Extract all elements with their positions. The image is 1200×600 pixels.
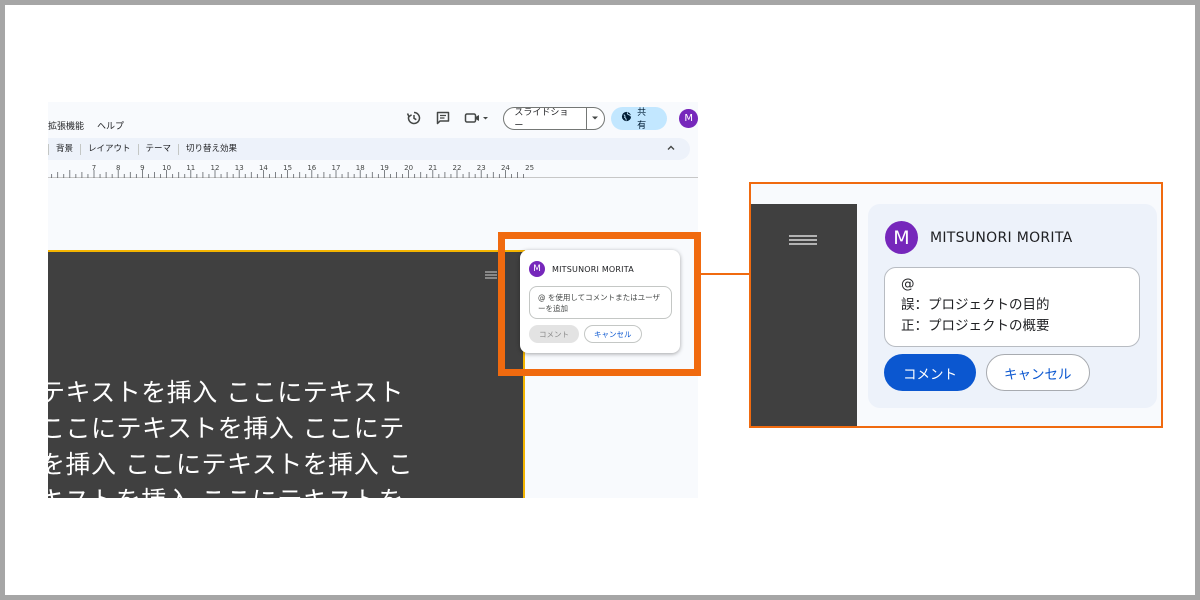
slide-text-line: テキストを挿入 ここにテキスト (48, 378, 404, 407)
ruler-label: 23 (477, 164, 486, 172)
avatar: M (885, 221, 918, 254)
highlight-box (498, 232, 701, 376)
cancel-button[interactable]: キャンセル (986, 354, 1090, 391)
header-actions: スライドショー 共有 M (403, 105, 698, 131)
zoomed-comment-panel: M MITSUNORI MORITA @ 誤：プロジェクトの目的 正：プロジェク… (749, 182, 1163, 428)
comment-actions: コメント キャンセル (884, 354, 1090, 391)
ruler-label: 13 (235, 164, 244, 172)
comment-icon[interactable] (433, 107, 455, 129)
ruler-label: 16 (307, 164, 316, 172)
slide-edge (751, 204, 857, 426)
menu-item-extensions[interactable]: 拡張機能 (48, 119, 84, 132)
chevron-up-icon[interactable] (666, 143, 676, 156)
toolbar-theme[interactable]: テーマ (137, 143, 179, 155)
comment-input[interactable]: @ 誤：プロジェクトの目的 正：プロジェクトの概要 (884, 267, 1140, 347)
slide-canvas[interactable]: テキストを挿入 ここにテキスト ここにテキストを挿入 ここにテ を挿入 ここにテ… (48, 250, 525, 498)
toolbar-layout[interactable]: レイアウト (80, 143, 138, 155)
video-icon[interactable] (462, 107, 491, 129)
globe-icon (621, 111, 632, 125)
drag-handle-icon (789, 231, 817, 250)
ruler-label: 9 (140, 164, 144, 172)
ruler-label: 21 (428, 164, 437, 172)
slide-text-line: ここにテキストを挿入 ここにテ (48, 414, 405, 443)
drag-handle-icon[interactable] (485, 264, 497, 283)
comment-line-mention: @ (901, 276, 915, 292)
slideshow-label[interactable]: スライドショー (504, 107, 587, 129)
slide-body-text[interactable]: テキストを挿入 ここにテキスト ここにテキストを挿入 ここにテ を挿入 ここにテ… (48, 375, 420, 498)
comment-line-correct: 正：プロジェクトの概要 (901, 318, 1050, 334)
ruler-scale: 7 8 9 10 11 12 13 14 15 16 17 18 19 20 21 22 23 24 25 (51, 164, 534, 178)
ruler-label: 25 (525, 164, 534, 172)
toolbar-background[interactable]: 背景 (48, 143, 80, 155)
ruler-label: 20 (404, 164, 413, 172)
highlight-connector (701, 273, 750, 275)
toolbar-transition[interactable]: 切り替え効果 (178, 143, 244, 155)
comment-line-wrong: 誤：プロジェクトの目的 (901, 297, 1050, 313)
ruler-label: 8 (116, 164, 120, 172)
ruler-label: 7 (92, 164, 96, 172)
image-frame: 拡張機能 ヘルプ スライドショー 共有 M 背景 レイアウト テーマ 切り替え効… (0, 0, 1200, 600)
ruler-label: 19 (380, 164, 389, 172)
ruler-label: 17 (332, 164, 341, 172)
comment-card: M MITSUNORI MORITA @ 誤：プロジェクトの目的 正：プロジェク… (868, 204, 1157, 408)
menu-item-help[interactable]: ヘルプ (97, 119, 124, 132)
ruler-label: 10 (162, 164, 171, 172)
ruler-label: 15 (283, 164, 292, 172)
slide-text-line: キストを挿入 ここにテキストを (48, 483, 420, 498)
slide-text-line: を挿入 ここにテキストを挿入 こ (48, 450, 414, 479)
ruler: 7 8 9 10 11 12 13 14 15 16 17 18 19 20 21 22 23 24 25 (48, 162, 698, 178)
slideshow-button[interactable]: スライドショー (503, 106, 606, 130)
share-label: 共有 (637, 108, 647, 131)
ruler-label: 12 (211, 164, 220, 172)
comment-button[interactable]: コメント (884, 354, 976, 391)
chevron-down-icon[interactable] (587, 108, 605, 129)
ruler-label: 24 (501, 164, 510, 172)
comment-header: M MITSUNORI MORITA (885, 221, 1073, 254)
share-button[interactable]: 共有 (611, 106, 668, 131)
history-icon[interactable] (403, 107, 425, 129)
ruler-label: 14 (259, 164, 268, 172)
menu-bar: 拡張機能 ヘルプ (48, 119, 124, 132)
avatar[interactable]: M (679, 108, 698, 128)
ruler-label: 22 (453, 164, 462, 172)
user-name: MITSUNORI MORITA (930, 229, 1073, 246)
slide-toolbar: 背景 レイアウト テーマ 切り替え効果 (48, 138, 690, 160)
ruler-label: 18 (356, 164, 365, 172)
ruler-label: 11 (186, 164, 195, 172)
